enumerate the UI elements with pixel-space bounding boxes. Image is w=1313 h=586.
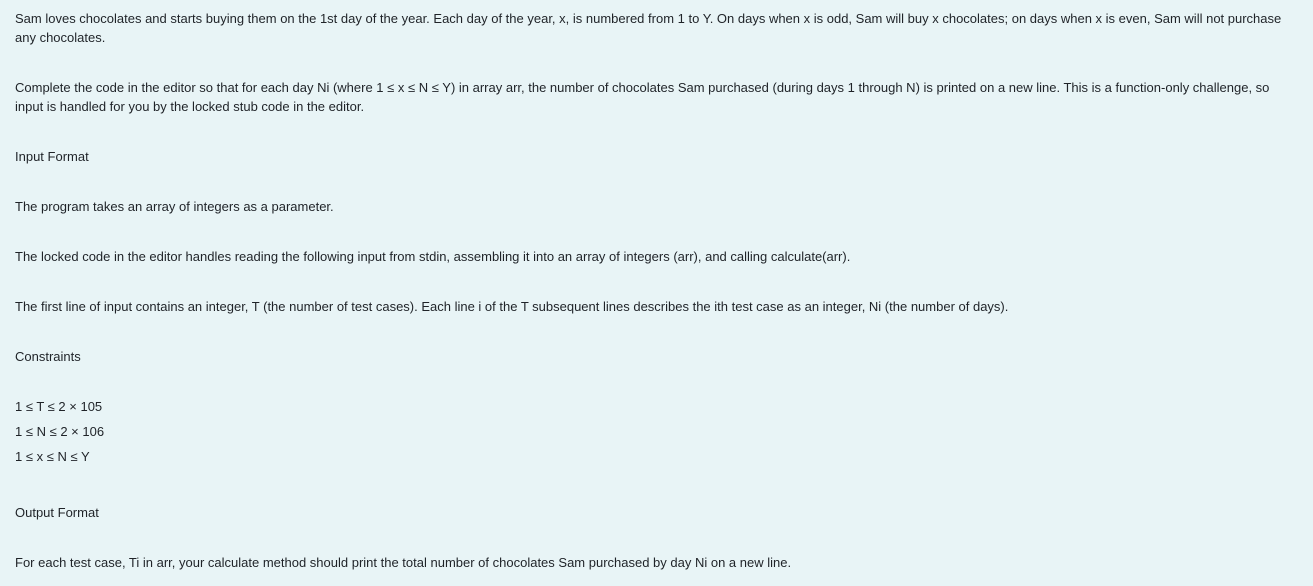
output-format-text: For each test case, Ti in arr, your calc… <box>15 555 792 570</box>
input-format-stdin: The locked code in the editor handles re… <box>15 249 851 264</box>
constraint-day-count: 1 ≤ N ≤ 2 × 106 <box>15 424 105 439</box>
constraint-day-range: 1 ≤ x ≤ N ≤ Y <box>15 449 90 464</box>
constraints-heading: Constraints <box>15 349 81 364</box>
input-format-test-cases: The first line of input contains an inte… <box>15 299 1009 314</box>
output-format-heading: Output Format <box>15 505 99 520</box>
constraints-list: 1 ≤ T ≤ 2 × 105 1 ≤ N ≤ 2 × 106 1 ≤ x ≤ … <box>15 397 1293 472</box>
problem-intro: Sam loves chocolates and starts buying t… <box>15 11 1282 45</box>
problem-task: Complete the code in the editor so that … <box>15 80 1270 114</box>
constraint-test-count: 1 ≤ T ≤ 2 × 105 <box>15 399 103 414</box>
input-format-parameter: The program takes an array of integers a… <box>15 199 334 214</box>
input-format-heading: Input Format <box>15 149 89 164</box>
problem-statement: Sam loves chocolates and starts buying t… <box>0 0 1313 586</box>
